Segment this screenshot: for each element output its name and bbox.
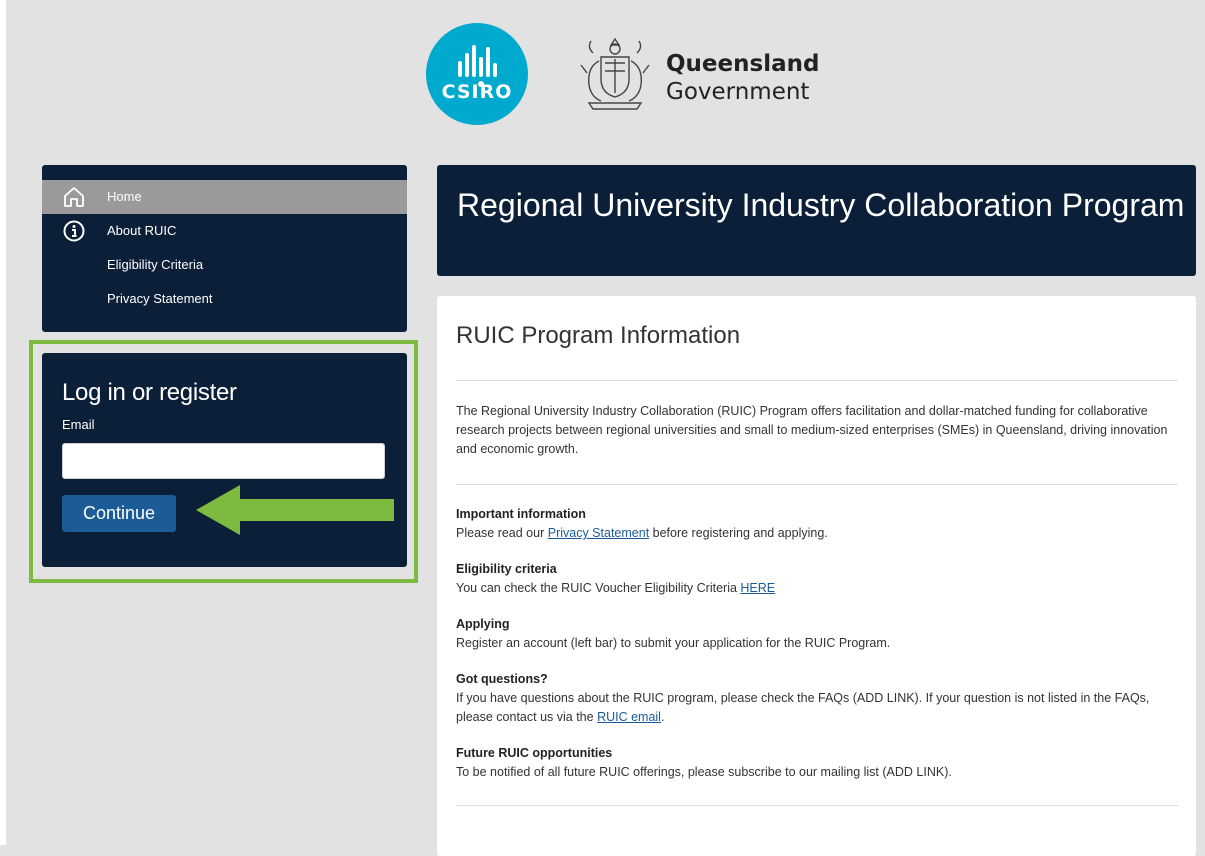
gov-title-line1: Queensland (666, 51, 820, 77)
sidebar-item-label: Eligibility Criteria (107, 257, 204, 272)
sidebar-nav: Home About RUIC Eligibility Criteria Pri… (42, 165, 407, 332)
ruic-email-link[interactable]: RUIC email (597, 710, 661, 724)
questions-section: Got questions? If you have questions abo… (456, 670, 1181, 727)
sidebar-item-privacy-statement[interactable]: Privacy Statement (42, 282, 407, 316)
future-text: To be notified of all future RUIC offeri… (456, 765, 952, 779)
login-title: Log in or register (62, 379, 237, 406)
continue-button[interactable]: Continue (62, 495, 176, 532)
sidebar-item-label: Home (107, 189, 142, 204)
future-section: Future RUIC opportunities To be notified… (456, 744, 1181, 782)
questions-text: If you have questions about the RUIC pro… (456, 691, 1150, 724)
privacy-statement-link[interactable]: Privacy Statement (548, 526, 649, 540)
eligibility-here-link[interactable]: HERE (740, 581, 775, 595)
queensland-government-title: Queensland Government (666, 50, 819, 106)
eligibility-heading: Eligibility criteria (456, 562, 557, 576)
intro-text: The Regional University Industry Collabo… (456, 404, 1168, 456)
email-label: Email (62, 417, 95, 432)
page-title: Regional University Industry Collaborati… (457, 187, 1185, 223)
divider (456, 484, 1178, 485)
questions-heading: Got questions? (456, 672, 548, 686)
applying-section: Applying Register an account (left bar) … (456, 615, 1181, 653)
home-icon (64, 187, 84, 207)
divider (456, 380, 1178, 381)
applying-heading: Applying (456, 617, 510, 631)
sidebar-item-label: About RUIC (107, 223, 177, 238)
sidebar-item-home[interactable]: Home (42, 180, 407, 214)
sidebar-item-about-ruic[interactable]: About RUIC (42, 214, 407, 248)
sidebar-item-label: Privacy Statement (107, 291, 213, 306)
divider (456, 805, 1178, 806)
important-heading: Important information (456, 507, 586, 521)
hero-banner: Regional University Industry Collaborati… (437, 165, 1196, 276)
page-edge (0, 0, 6, 845)
applying-text: Register an account (left bar) to submit… (456, 636, 891, 650)
arrow-left-icon (196, 485, 394, 535)
info-icon (63, 220, 85, 242)
email-field[interactable] (62, 443, 385, 479)
gov-title-line2: Government (666, 79, 810, 105)
important-section: Important information Please read our Pr… (456, 505, 1181, 543)
eligibility-text: You can check the RUIC Voucher Eligibili… (456, 581, 776, 595)
program-info-card: RUIC Program Information The Regional Un… (437, 296, 1196, 856)
future-heading: Future RUIC opportunities (456, 746, 613, 760)
queensland-crest-icon (580, 37, 650, 110)
csiro-bars-icon (426, 37, 528, 87)
eligibility-section: Eligibility criteria You can check the R… (456, 560, 1181, 598)
important-text: Please read our Privacy Statement before… (456, 526, 828, 540)
csiro-logo: CSIRO (426, 23, 528, 125)
sidebar-item-eligibility-criteria[interactable]: Eligibility Criteria (42, 248, 407, 282)
card-title: RUIC Program Information (456, 322, 741, 349)
csiro-wordmark: CSIRO (441, 81, 513, 103)
